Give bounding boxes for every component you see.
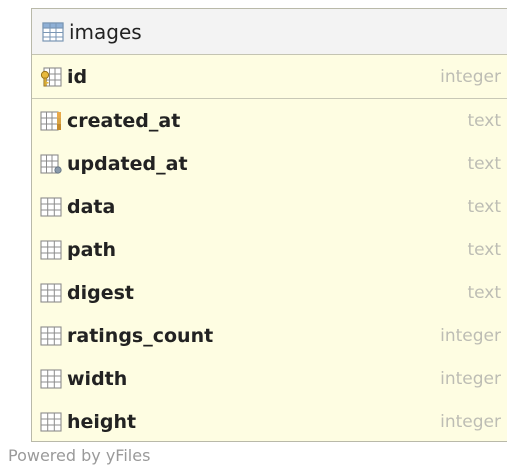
column-row-path[interactable]: path text [32,228,507,271]
column-name: updated_at [67,152,188,175]
column-row-id[interactable]: id integer [32,55,507,99]
powered-by-label: Powered by yFiles [8,446,151,465]
column-type: text [467,153,501,174]
column-row-digest[interactable]: digest text [32,271,507,314]
column-row-data[interactable]: data text [32,185,507,228]
column-name: height [67,410,137,433]
column-name: digest [67,281,134,304]
column-type: integer [440,66,501,87]
column-name: created_at [67,109,181,132]
table-node-images[interactable]: images id integer created_at text update… [31,8,507,442]
column-name: ratings_count [67,324,214,347]
column-row-ratings_count[interactable]: ratings_count integer [32,314,507,357]
column-type: text [467,196,501,217]
column-name: path [67,238,117,261]
column-icon [40,196,62,217]
column-row-height[interactable]: height integer [32,400,507,443]
indexed-column-icon [40,153,62,174]
column-icon [40,368,62,389]
column-name: data [67,195,116,218]
column-type: text [467,282,501,303]
table-header[interactable]: images [32,9,507,55]
column-type: text [467,110,501,131]
column-name: id [67,65,88,88]
column-row-updated_at[interactable]: updated_at text [32,142,507,185]
table-icon [42,21,64,42]
column-icon [40,239,62,260]
primary-key-column-icon [40,66,62,87]
column-row-width[interactable]: width integer [32,357,507,400]
column-type: integer [440,368,501,389]
column-name: width [67,367,128,390]
column-icon [40,411,62,432]
column-icon [40,325,62,346]
column-type: integer [440,325,501,346]
column-row-created_at[interactable]: created_at text [32,99,507,142]
column-type: integer [440,411,501,432]
indexed-column-icon [40,110,62,131]
table-name: images [69,19,142,44]
column-icon [40,282,62,303]
column-type: text [467,239,501,260]
